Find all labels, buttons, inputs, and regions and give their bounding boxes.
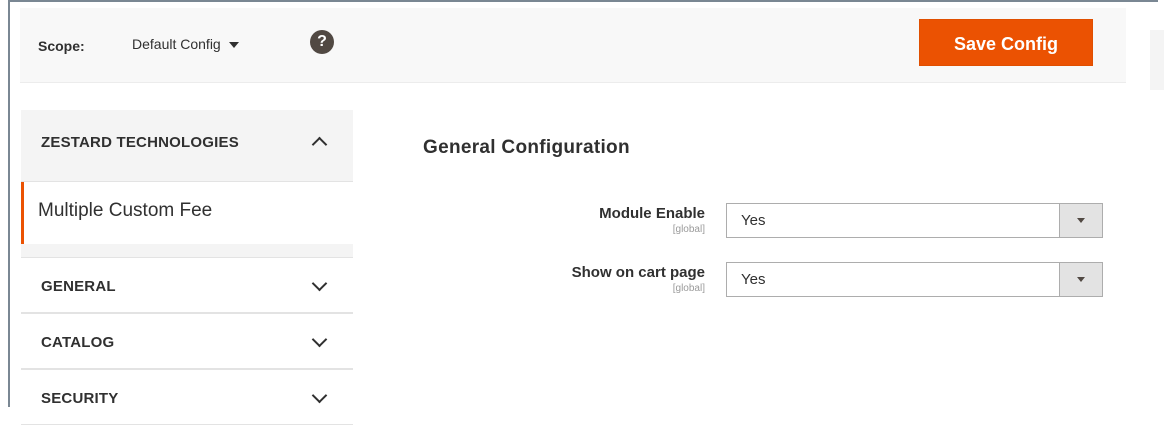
select-arrow-button[interactable]: [1059, 204, 1102, 237]
sidebar-item-multiple-custom-fee[interactable]: Multiple Custom Fee: [21, 182, 353, 244]
sidebar-item-label: Multiple Custom Fee: [38, 200, 213, 221]
sidebar-section-label: SECURITY: [41, 390, 119, 407]
chevron-down-icon: [311, 387, 328, 404]
sidebar-divider: [21, 244, 353, 257]
right-edge-panel: [1150, 30, 1164, 90]
sidebar-section-general[interactable]: GENERAL: [21, 257, 353, 313]
section-title: General Configuration: [423, 137, 630, 158]
help-icon[interactable]: ?: [310, 30, 334, 54]
chevron-up-icon: [311, 136, 328, 153]
scope-switcher-value: Default Config: [132, 36, 221, 52]
sidebar-section-zestard-technologies[interactable]: ZESTARD TECHNOLOGIES: [21, 110, 353, 182]
chevron-down-icon: [311, 275, 328, 292]
select-value: Yes: [741, 271, 766, 288]
scope-label: Scope:: [38, 38, 85, 54]
select-arrow-button[interactable]: [1059, 263, 1102, 296]
show-on-cart-page-scope: [global]: [672, 283, 705, 294]
sidebar-section-label: CATALOG: [41, 334, 115, 351]
sidebar-section-security[interactable]: SECURITY: [21, 369, 353, 425]
module-enable-select[interactable]: Yes: [726, 203, 1103, 238]
select-value: Yes: [741, 212, 766, 229]
scope-switcher[interactable]: Default Config: [132, 36, 239, 52]
show-on-cart-page-select[interactable]: Yes: [726, 262, 1103, 297]
module-enable-scope: [global]: [672, 224, 705, 235]
page-actions-toolbar: Scope: Default Config ? Save Config: [20, 8, 1126, 83]
sidebar-section-label: GENERAL: [41, 278, 116, 295]
window-frame-left: [0, 0, 10, 407]
config-sidebar: ZESTARD TECHNOLOGIES Multiple Custom Fee…: [21, 110, 353, 425]
select-arrow-icon: [1077, 218, 1085, 223]
show-on-cart-page-label: Show on cart page: [571, 264, 705, 281]
module-enable-label: Module Enable: [599, 205, 705, 222]
sidebar-section-label: ZESTARD TECHNOLOGIES: [41, 134, 239, 151]
chevron-down-icon: [311, 331, 328, 348]
select-arrow-icon: [1077, 277, 1085, 282]
caret-down-icon: [228, 42, 239, 49]
sidebar-section-catalog[interactable]: CATALOG: [21, 313, 353, 369]
save-config-button[interactable]: Save Config: [919, 19, 1093, 66]
